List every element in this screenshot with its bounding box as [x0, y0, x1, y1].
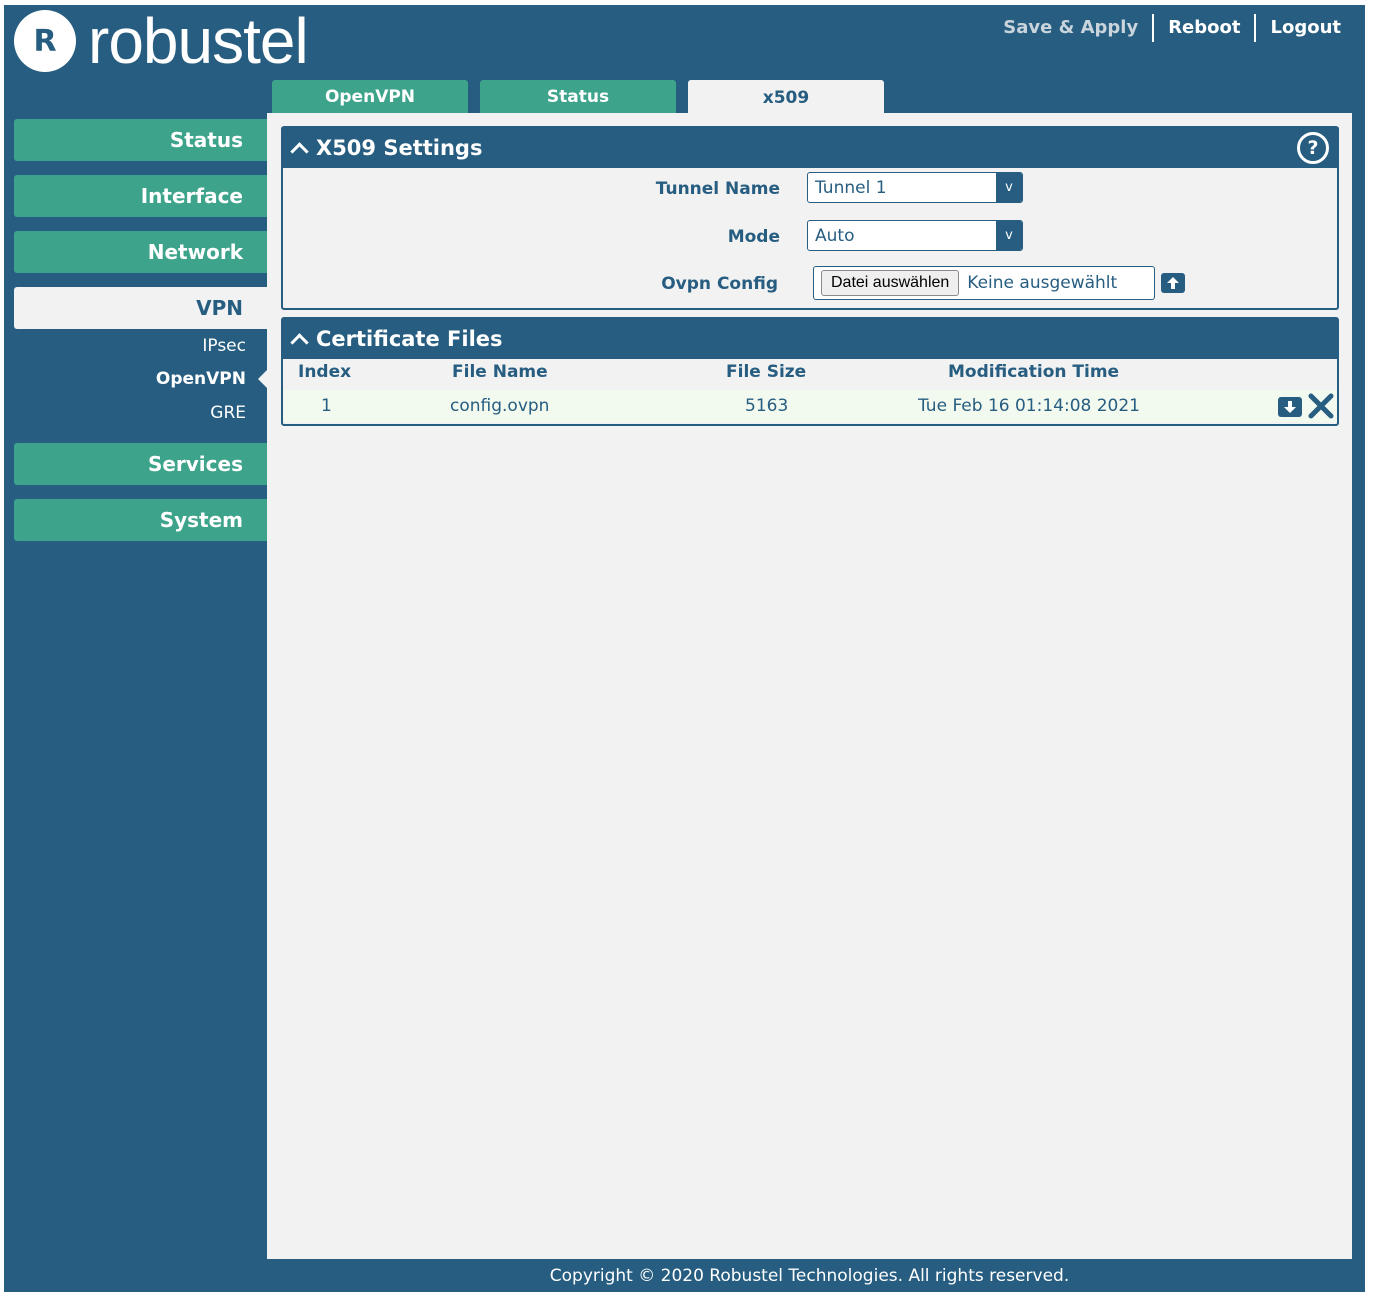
- brand-logo: R robustel: [14, 5, 309, 77]
- ovpn-config-file-input[interactable]: Datei auswählen Keine ausgewählt: [813, 266, 1155, 300]
- help-icon[interactable]: ?: [1297, 132, 1329, 164]
- sidebar-item-system[interactable]: System: [14, 499, 267, 541]
- sidebar-item-services[interactable]: Services: [14, 443, 267, 485]
- ovpn-config-label: Ovpn Config: [661, 274, 778, 294]
- top-actions: Save & Apply Reboot Logout: [989, 14, 1355, 42]
- tab-openvpn[interactable]: OpenVPN: [272, 80, 468, 113]
- sidebar-item-status[interactable]: Status: [14, 119, 267, 161]
- delete-icon[interactable]: [1307, 393, 1335, 421]
- chevron-down-icon: v: [996, 173, 1022, 202]
- cell-file-size: 5163: [745, 396, 789, 416]
- column-header-modification-time: Modification Time: [948, 362, 1120, 382]
- cell-file-name: config.ovpn: [450, 396, 550, 416]
- x509-settings-header[interactable]: X509 Settings ?: [283, 128, 1337, 168]
- certificate-files-header[interactable]: Certificate Files: [283, 319, 1337, 359]
- tab-status[interactable]: Status: [480, 80, 676, 113]
- chevron-down-icon: v: [996, 221, 1022, 250]
- mode-label: Mode: [727, 227, 780, 247]
- mode-value: Auto: [815, 225, 855, 246]
- mode-select[interactable]: Auto v: [807, 220, 1023, 251]
- sidebar-subitem-openvpn[interactable]: OpenVPN: [156, 369, 246, 389]
- cell-modification-time: Tue Feb 16 01:14:08 2021: [918, 396, 1140, 416]
- save-apply-button[interactable]: Save & Apply: [989, 14, 1152, 42]
- sidebar-subitem-gre[interactable]: GRE: [210, 403, 246, 423]
- logo-text: robustel: [88, 5, 309, 77]
- sidebar-item-vpn[interactable]: VPN: [14, 287, 267, 329]
- upload-icon[interactable]: [1161, 273, 1185, 293]
- sidebar-item-network[interactable]: Network: [14, 231, 267, 273]
- collapse-chevron-icon[interactable]: [290, 141, 309, 161]
- collapse-chevron-icon[interactable]: [290, 332, 309, 352]
- tab-x509[interactable]: x509: [688, 80, 884, 115]
- download-icon[interactable]: [1278, 397, 1302, 417]
- reboot-button[interactable]: Reboot: [1154, 14, 1254, 42]
- active-indicator-icon: [258, 370, 267, 388]
- panel-title: Certificate Files: [316, 327, 503, 351]
- tunnel-name-label: Tunnel Name: [655, 179, 780, 199]
- sidebar-subitem-ipsec[interactable]: IPsec: [202, 336, 246, 356]
- file-status-text: Keine ausgewählt: [967, 273, 1118, 293]
- column-header-file-name: File Name: [452, 362, 548, 382]
- logout-button[interactable]: Logout: [1256, 14, 1355, 42]
- column-header-file-size: File Size: [726, 362, 807, 382]
- cell-index: 1: [321, 396, 332, 416]
- footer-copyright: Copyright © 2020 Robustel Technologies. …: [549, 1266, 1070, 1286]
- sidebar-item-interface[interactable]: Interface: [14, 175, 267, 217]
- tunnel-name-select[interactable]: Tunnel 1 v: [807, 172, 1023, 203]
- tunnel-name-value: Tunnel 1: [815, 177, 887, 198]
- logo-mark: R: [14, 10, 76, 72]
- table-row: [283, 390, 1337, 422]
- column-header-index: Index: [298, 362, 352, 382]
- panel-title: X509 Settings: [316, 136, 483, 160]
- choose-file-button[interactable]: Datei auswählen: [821, 270, 960, 296]
